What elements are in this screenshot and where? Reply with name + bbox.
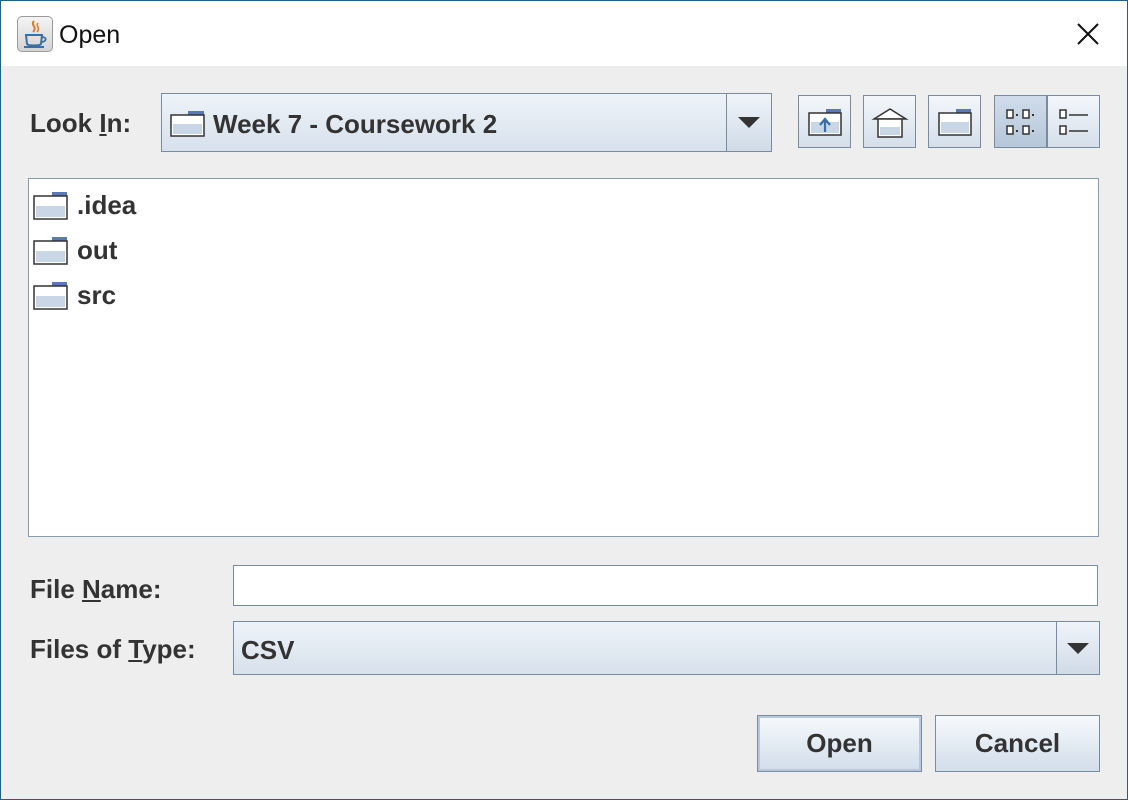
list-view-button[interactable] [994, 95, 1047, 148]
file-list[interactable]: .idea out src [28, 178, 1099, 537]
folder-icon [170, 109, 206, 142]
chevron-down-icon [738, 117, 760, 128]
chevron-down-icon [1067, 642, 1089, 654]
create-new-folder-button[interactable] [928, 95, 981, 148]
file-name-label: File Name: [30, 574, 162, 604]
folder-up-icon [807, 108, 842, 136]
folder-icon [33, 192, 68, 220]
home-icon [870, 107, 909, 138]
details-view-button[interactable] [1047, 95, 1100, 148]
file-name: out [77, 234, 118, 265]
list-item[interactable]: src [33, 275, 116, 315]
title-bar: Open [0, 0, 1128, 66]
look-in-label: Look In: [30, 108, 132, 138]
file-name-field[interactable] [233, 565, 1098, 606]
details-view-icon [1058, 108, 1088, 135]
close-icon [1077, 23, 1099, 45]
look-in-combo[interactable]: Week 7 - Coursework 2 [161, 93, 772, 152]
file-type-dropdown-button[interactable] [1056, 622, 1099, 674]
close-button[interactable] [1065, 11, 1111, 57]
window-title: Open [59, 21, 121, 49]
list-item[interactable]: out [33, 230, 117, 270]
file-name: .idea [77, 189, 137, 220]
list-view-icon [1005, 108, 1034, 135]
open-button[interactable]: Open [757, 715, 922, 772]
folder-icon [33, 237, 68, 265]
folder-icon [33, 282, 68, 310]
file-type-label: Files of Type: [30, 634, 196, 664]
new-folder-icon [937, 108, 972, 136]
java-icon [17, 16, 53, 52]
file-type-value: CSV [241, 635, 295, 665]
home-button[interactable] [863, 95, 916, 148]
look-in-value: Week 7 - Coursework 2 [213, 109, 498, 139]
file-name: src [77, 279, 117, 310]
cancel-button[interactable]: Cancel [935, 715, 1100, 772]
up-one-level-button[interactable] [798, 95, 851, 148]
look-in-dropdown-button[interactable] [726, 94, 771, 151]
file-type-combo[interactable]: CSV [233, 621, 1100, 675]
list-item[interactable]: .idea [33, 185, 136, 225]
